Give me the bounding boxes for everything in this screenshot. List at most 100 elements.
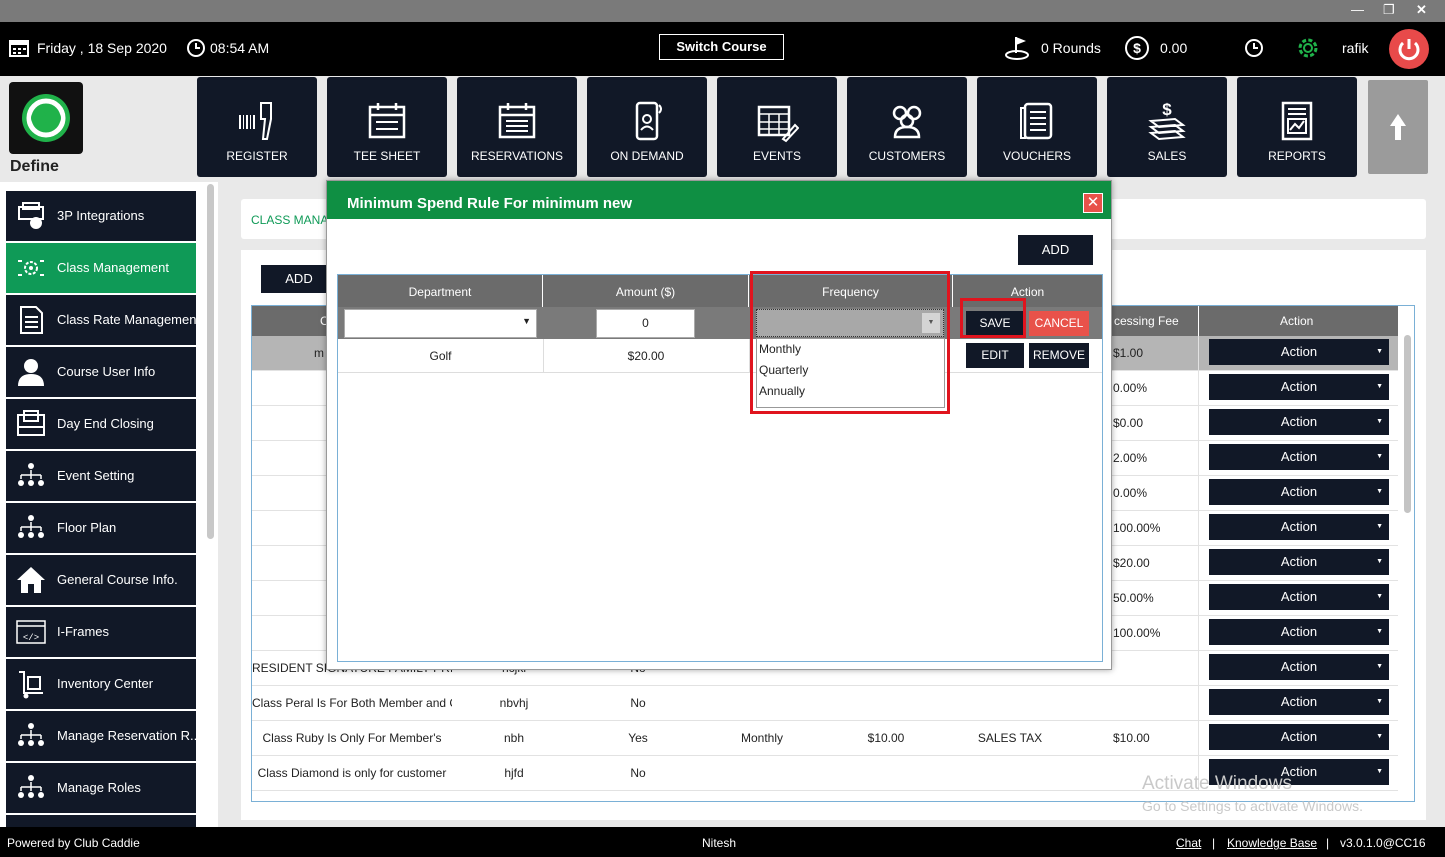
sidebar-item-course-user-info[interactable]: Course User Info [6, 347, 196, 397]
sidebar-item-3p-integrations[interactable]: 3P Integrations [6, 191, 196, 241]
table-row: Class Peral Is For Both Member and C nbvh… [252, 686, 1398, 721]
remove-button[interactable]: REMOVE [1029, 343, 1089, 368]
row-amount: $20.00 [627, 349, 665, 363]
chevron-down-icon: ▼ [1376, 558, 1383, 565]
report-icon [1281, 101, 1313, 141]
action-dropdown[interactable]: Action ▼ [1209, 619, 1389, 645]
action-dropdown[interactable]: Action ▼ [1209, 444, 1389, 470]
version: v3.0.1.0@CC16 [1340, 836, 1426, 850]
sidebar-item-day-end-closing[interactable]: Day End Closing [6, 399, 196, 449]
action-dropdown[interactable]: Action ▼ [1209, 549, 1389, 575]
department-select[interactable]: ▼ [344, 309, 537, 338]
cell-col3: No [630, 766, 646, 780]
sidebar-item-general-course-info[interactable]: General Course Info. [6, 555, 196, 605]
tile-tee-sheet[interactable]: TEE SHEET [327, 77, 447, 177]
sidebar-item-event-setting[interactable]: Event Setting [6, 451, 196, 501]
action-dropdown-label: Action [1280, 449, 1318, 464]
top-bar: Friday , 18 Sep 2020 08:54 AM Switch Cou… [0, 22, 1445, 76]
dollar-icon: $ [1125, 36, 1149, 60]
cell-divider [1198, 651, 1199, 686]
tile-customers[interactable]: CUSTOMERS [847, 77, 967, 177]
sidebar-item-floor-plan[interactable]: Floor Plan [6, 503, 196, 553]
cell-col2: nbvhj [499, 696, 529, 710]
footer-user: Nitesh [702, 836, 737, 850]
power-button[interactable] [1389, 29, 1429, 69]
cell-col4: Monthly [740, 731, 784, 745]
action-dropdown[interactable]: Action ▼ [1209, 339, 1389, 365]
chevron-down-icon: ▼ [522, 316, 531, 326]
tile-vouchers[interactable]: VOUCHERS [977, 77, 1097, 177]
calendar-list-icon [498, 103, 536, 139]
voucher-list-icon [1020, 102, 1053, 140]
sidebar-item-label: Manage Roles [57, 780, 141, 795]
restore-icon[interactable]: ❐ [1383, 2, 1395, 18]
org-chart-icon [18, 463, 44, 486]
action-dropdown[interactable]: Action ▼ [1209, 374, 1389, 400]
action-dropdown[interactable]: Action ▼ [1209, 479, 1389, 505]
window-close-icon[interactable]: ✕ [1416, 2, 1427, 18]
action-dropdown[interactable]: Action ▼ [1209, 514, 1389, 540]
sidebar-item-label: Manage Reservation R... [57, 728, 201, 743]
action-dropdown[interactable]: Action ▼ [1209, 409, 1389, 435]
sidebar-item-i-frames[interactable]: </> I-Frames [6, 607, 196, 657]
org-chart-icon [18, 515, 44, 538]
sidebar-item-manage-reservation[interactable]: Manage Reservation R... [6, 711, 201, 761]
minimize-icon[interactable]: — [1351, 2, 1364, 17]
tile-sales[interactable]: $ SALES [1107, 77, 1227, 177]
sidebar-scrollbar[interactable] [207, 184, 214, 539]
tile-register[interactable]: REGISTER [197, 77, 317, 177]
frequency-highlight [750, 271, 950, 414]
activate-windows-title: Activate Windows [1142, 773, 1292, 794]
action-dropdown[interactable]: Action ▼ [1209, 654, 1389, 680]
modal-title: Minimum Spend Rule For minimum new [347, 195, 633, 212]
amount-input[interactable]: 0 [596, 309, 695, 338]
cell-divider [1198, 721, 1199, 756]
history-clock-icon[interactable] [1244, 38, 1264, 58]
money-icon: $ [1148, 100, 1186, 141]
scroll-up-button[interactable] [1368, 80, 1428, 174]
calendar-icon [368, 103, 406, 139]
tile-on-demand[interactable]: ON DEMAND [587, 77, 707, 177]
switch-course-button[interactable]: Switch Course [659, 34, 784, 60]
modal-close-button[interactable]: ✕ [1083, 193, 1103, 213]
cancel-button[interactable]: CANCEL [1029, 311, 1089, 336]
sidebar-item-label: I-Frames [57, 624, 109, 639]
action-dropdown-label: Action [1280, 554, 1318, 569]
action-dropdown[interactable]: Action ▼ [1209, 689, 1389, 715]
cell-col3: Yes [628, 731, 648, 745]
action-dropdown[interactable]: Action ▼ [1209, 584, 1389, 610]
tile-events[interactable]: EVENTS [717, 77, 837, 177]
cell-divider [1198, 546, 1199, 581]
table-scrollbar[interactable] [1404, 335, 1411, 513]
tile-label: REGISTER [226, 149, 288, 163]
edit-button[interactable]: EDIT [966, 343, 1024, 368]
tile-reports[interactable]: REPORTS [1237, 77, 1357, 177]
modal-add-button[interactable]: ADD [1018, 235, 1093, 265]
cell-col6: SALES TAX [977, 731, 1043, 745]
activate-windows-subtitle: Go to Settings to activate Windows. [1142, 798, 1363, 814]
svg-text:$: $ [1133, 40, 1141, 56]
settings-gear-icon[interactable] [1295, 35, 1321, 61]
sidebar-item-inventory-center[interactable]: Inventory Center [6, 659, 196, 709]
sidebar-item-label: Class Management [57, 260, 169, 275]
sidebar-item-class-management[interactable]: Class Management [6, 243, 196, 293]
knowledge-base-link[interactable]: Knowledge Base [1227, 836, 1317, 850]
action-dropdown-label: Action [1280, 379, 1318, 394]
chat-link[interactable]: Chat [1176, 836, 1201, 850]
cell-col2: nbh [503, 731, 525, 745]
sidebar-item-label: Course User Info [57, 364, 156, 379]
svg-text:$: $ [1162, 100, 1172, 119]
sidebar-item-manage-roles[interactable]: Manage Roles [6, 763, 196, 813]
action-dropdown[interactable]: Action ▼ [1209, 724, 1389, 750]
cell-divider [1198, 406, 1199, 441]
tile-reservations[interactable]: RESERVATIONS [457, 77, 577, 177]
clock-icon [187, 39, 205, 57]
cell-divider [1198, 616, 1199, 651]
sidebar: 3P Integrations Class Management Class R… [0, 182, 218, 827]
tile-label: VOUCHERS [1002, 149, 1071, 163]
sidebar-item-next[interactable] [6, 815, 196, 827]
minimum-spend-modal: Minimum Spend Rule For minimum new ✕ ADD… [326, 180, 1112, 670]
tile-label: SALES [1147, 149, 1187, 163]
sidebar-item-class-rate-management[interactable]: Class Rate Management [6, 295, 200, 345]
rounds-count: 0 Rounds [1041, 40, 1101, 56]
